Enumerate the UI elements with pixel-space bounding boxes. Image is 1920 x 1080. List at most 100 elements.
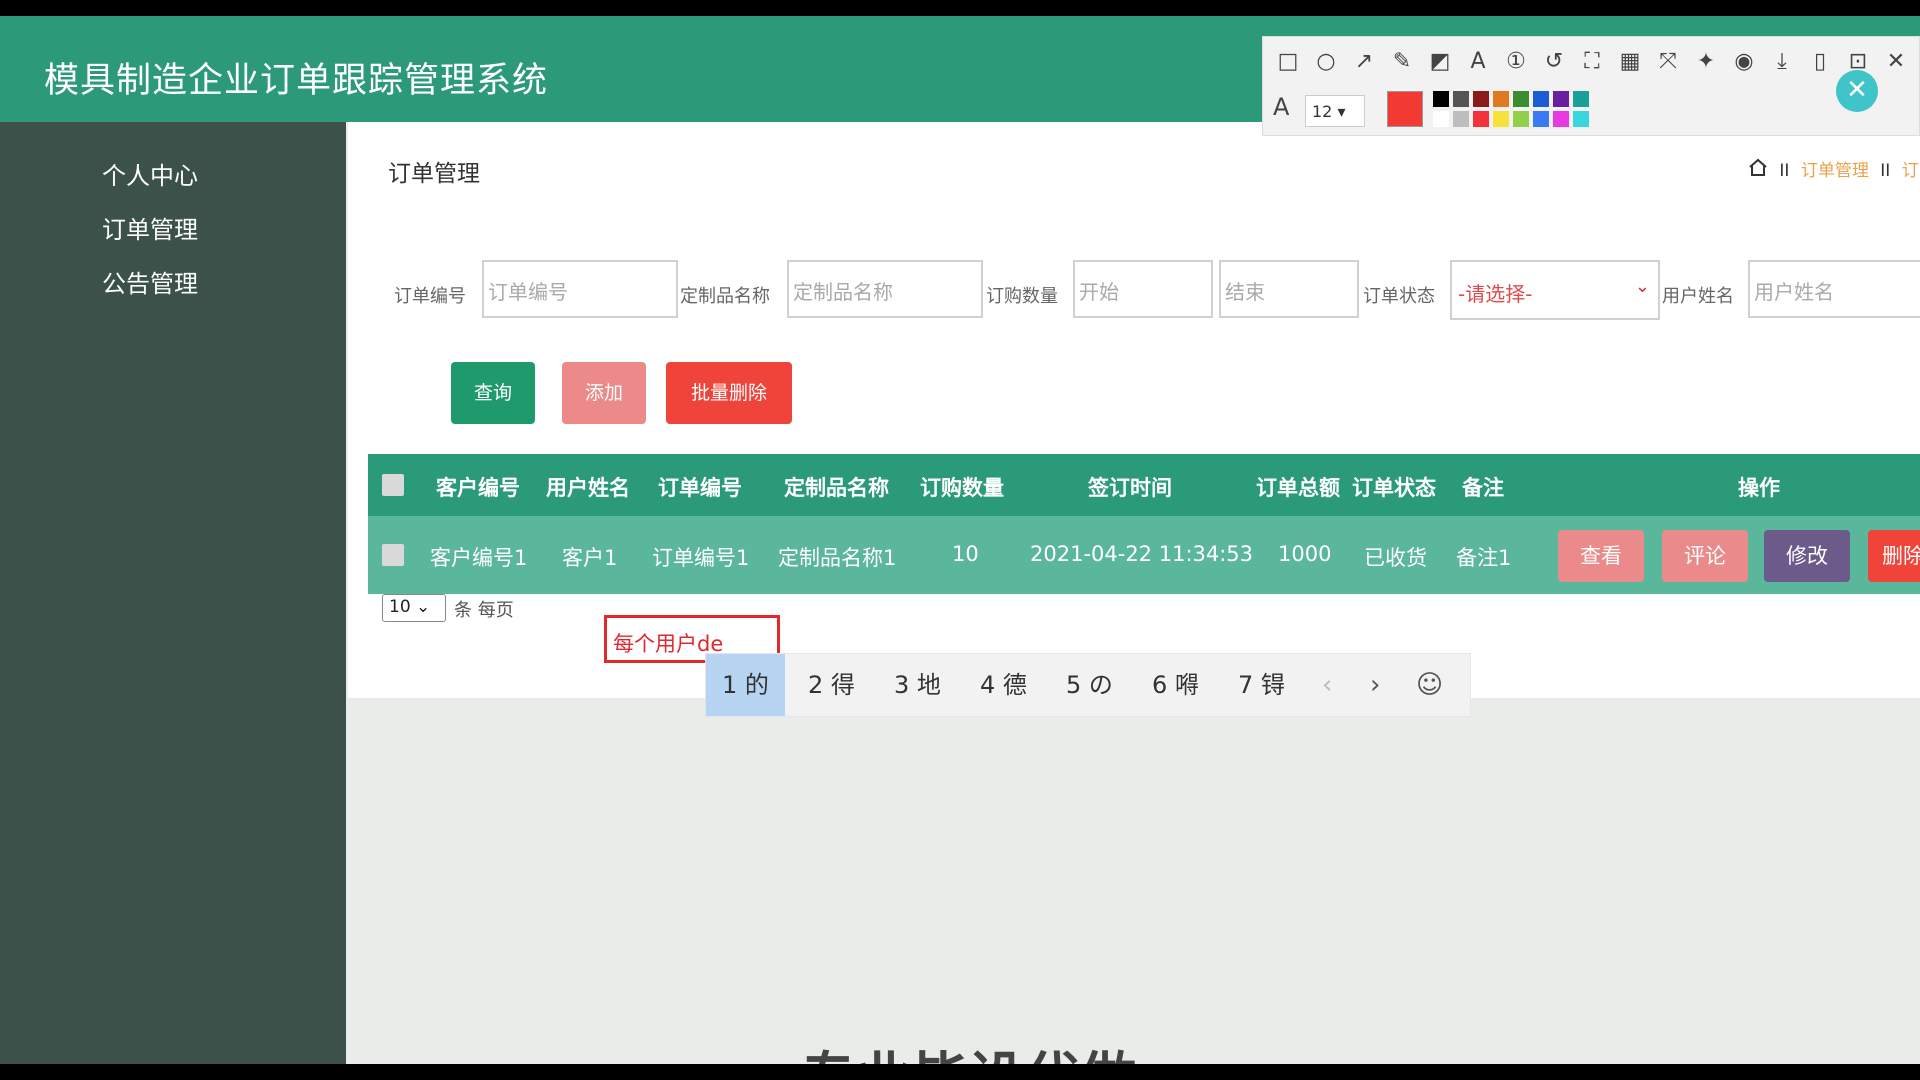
color-swatch[interactable]: [1553, 111, 1569, 127]
watermark-text: 专业毕设代做: [800, 1034, 1136, 1064]
sidebar-item-notices[interactable]: 公告管理: [102, 264, 198, 299]
sidebar-item-orders[interactable]: 订单管理: [102, 210, 198, 245]
color-swatch[interactable]: [1513, 111, 1529, 127]
table-row: 客户编号1 客户1 订单编号1 定制品名称1 10 2021-04-22 11:…: [368, 516, 1920, 594]
query-button[interactable]: 查询: [451, 362, 535, 424]
ocr-tool-icon[interactable]: ▦: [1615, 47, 1645, 77]
ime-candidate[interactable]: 2 得: [792, 654, 871, 716]
mosaic-tool-icon[interactable]: ◩: [1425, 47, 1455, 77]
batch-delete-button[interactable]: 批量删除: [666, 362, 792, 424]
record-tool-icon[interactable]: ◉: [1729, 47, 1759, 77]
cell-status: 已收货: [1364, 546, 1427, 570]
color-swatch[interactable]: [1533, 91, 1549, 107]
color-swatch[interactable]: [1533, 111, 1549, 127]
breadcrumb-current[interactable]: 订: [1902, 161, 1919, 181]
status-label: 订单状态: [1363, 286, 1435, 307]
color-swatch[interactable]: [1473, 91, 1489, 107]
qty-end-input[interactable]: 结束: [1219, 260, 1359, 318]
ime-prev-icon[interactable]: ‹: [1322, 654, 1332, 716]
current-color-swatch[interactable]: [1387, 91, 1423, 127]
number-tool-icon[interactable]: ①: [1501, 47, 1531, 77]
color-swatch[interactable]: [1513, 91, 1529, 107]
color-swatch[interactable]: [1453, 91, 1469, 107]
qty-label: 订购数量: [986, 286, 1058, 307]
rectangle-tool-icon[interactable]: □: [1273, 47, 1303, 77]
ime-candidate[interactable]: 3 地: [878, 654, 957, 716]
user-name-input[interactable]: 用户姓名: [1748, 260, 1920, 318]
add-button[interactable]: 添加: [562, 362, 646, 424]
select-all-checkbox[interactable]: [382, 474, 404, 496]
ime-candidate[interactable]: 4 德: [964, 654, 1043, 716]
undo-tool-icon[interactable]: ↺: [1539, 47, 1569, 77]
breadcrumb-separator: II: [1880, 161, 1891, 181]
column-header: 客户编号: [436, 476, 520, 500]
cell-order-no: 订单编号1: [652, 546, 750, 570]
ellipse-tool-icon[interactable]: ○: [1311, 47, 1341, 77]
page-size-select[interactable]: 10 ⌄: [382, 594, 446, 622]
app-title: 模具制造企业订单跟踪管理系统: [44, 61, 549, 101]
ime-candidate[interactable]: 7 锝: [1222, 654, 1301, 716]
breadcrumb-orders[interactable]: 订单管理: [1801, 161, 1869, 181]
main-panel: 订单管理 II 订单管理 II 订 订单编号 订单编号 定制品名称 定制品名称 …: [348, 122, 1920, 698]
font-size-value: 12: [1312, 102, 1333, 121]
fullscreen-tool-icon[interactable]: ⤧: [1653, 47, 1683, 77]
qty-start-input[interactable]: 开始: [1073, 260, 1213, 318]
table-header: 客户编号 用户姓名 订单编号 定制品名称 订购数量 签订时间 订单总额 订单状态…: [368, 454, 1920, 516]
status-select[interactable]: -请选择- ⌄: [1450, 260, 1660, 320]
delete-button[interactable]: 删除: [1868, 530, 1920, 582]
page-size-value: 10: [389, 597, 411, 617]
crop-tool-icon[interactable]: ⛶: [1577, 47, 1607, 77]
view-button[interactable]: 查看: [1558, 530, 1644, 582]
arrow-tool-icon[interactable]: ↗: [1349, 47, 1379, 77]
breadcrumb-separator: II: [1779, 161, 1790, 181]
color-swatch[interactable]: [1433, 111, 1449, 127]
product-input[interactable]: 定制品名称: [787, 260, 983, 318]
cell-customer-no: 客户编号1: [430, 546, 528, 570]
chevron-down-icon: ⌄: [1634, 276, 1650, 297]
column-header: 备注: [1462, 476, 1504, 500]
save-tool-icon[interactable]: ▯: [1805, 47, 1835, 77]
column-header: 订购数量: [920, 476, 1004, 500]
column-header: 订单编号: [658, 476, 742, 500]
user-name-label: 用户姓名: [1662, 286, 1734, 307]
color-swatch[interactable]: [1433, 91, 1449, 107]
color-swatch[interactable]: [1493, 91, 1509, 107]
sidebar-item-profile[interactable]: 个人中心: [102, 156, 198, 191]
ime-candidate[interactable]: 1 的: [706, 654, 785, 716]
column-header: 签订时间: [1088, 476, 1172, 500]
color-swatch[interactable]: [1453, 111, 1469, 127]
color-swatch[interactable]: [1553, 91, 1569, 107]
status-select-value: -请选择-: [1458, 282, 1533, 306]
color-swatch[interactable]: [1493, 111, 1509, 127]
cell-product: 定制品名称1: [778, 546, 897, 570]
ime-candidate[interactable]: 5 の: [1050, 654, 1129, 716]
cell-user-name: 客户1: [562, 546, 618, 570]
comment-button[interactable]: 评论: [1662, 530, 1748, 582]
pen-tool-icon[interactable]: ✎: [1387, 47, 1417, 77]
color-swatch[interactable]: [1573, 91, 1589, 107]
home-icon[interactable]: [1748, 158, 1773, 181]
pin-tool-icon[interactable]: ✦: [1691, 47, 1721, 77]
order-no-input[interactable]: 订单编号: [482, 260, 678, 318]
column-header: 操作: [1738, 476, 1780, 500]
emoji-icon[interactable]: ☺: [1416, 654, 1443, 716]
cell-total: 1000: [1278, 542, 1332, 566]
ime-candidate[interactable]: 6 嘚: [1136, 654, 1215, 716]
product-label: 定制品名称: [680, 286, 770, 307]
close-tool-icon[interactable]: ✕: [1881, 47, 1911, 77]
lower-area: [348, 698, 1920, 1064]
row-checkbox[interactable]: [382, 544, 404, 566]
close-icon[interactable]: ✕: [1836, 70, 1878, 112]
app-window: 模具制造企业订单跟踪管理系统 个人中心 订单管理 公告管理 订单管理 II 订单…: [0, 16, 1920, 1064]
color-swatch[interactable]: [1473, 111, 1489, 127]
sidebar: 个人中心 订单管理 公告管理: [0, 122, 346, 1064]
font-size-select[interactable]: 12 ▾: [1305, 95, 1365, 127]
download-tool-icon[interactable]: ⤓: [1767, 47, 1797, 77]
column-header: 订单总额: [1256, 476, 1340, 500]
per-page-label: 条 每页: [454, 600, 514, 621]
ime-next-icon[interactable]: ›: [1370, 654, 1380, 716]
edit-button[interactable]: 修改: [1764, 530, 1850, 582]
text-tool-icon[interactable]: A: [1463, 47, 1493, 77]
cell-qty: 10: [952, 542, 979, 566]
color-swatch[interactable]: [1573, 111, 1589, 127]
